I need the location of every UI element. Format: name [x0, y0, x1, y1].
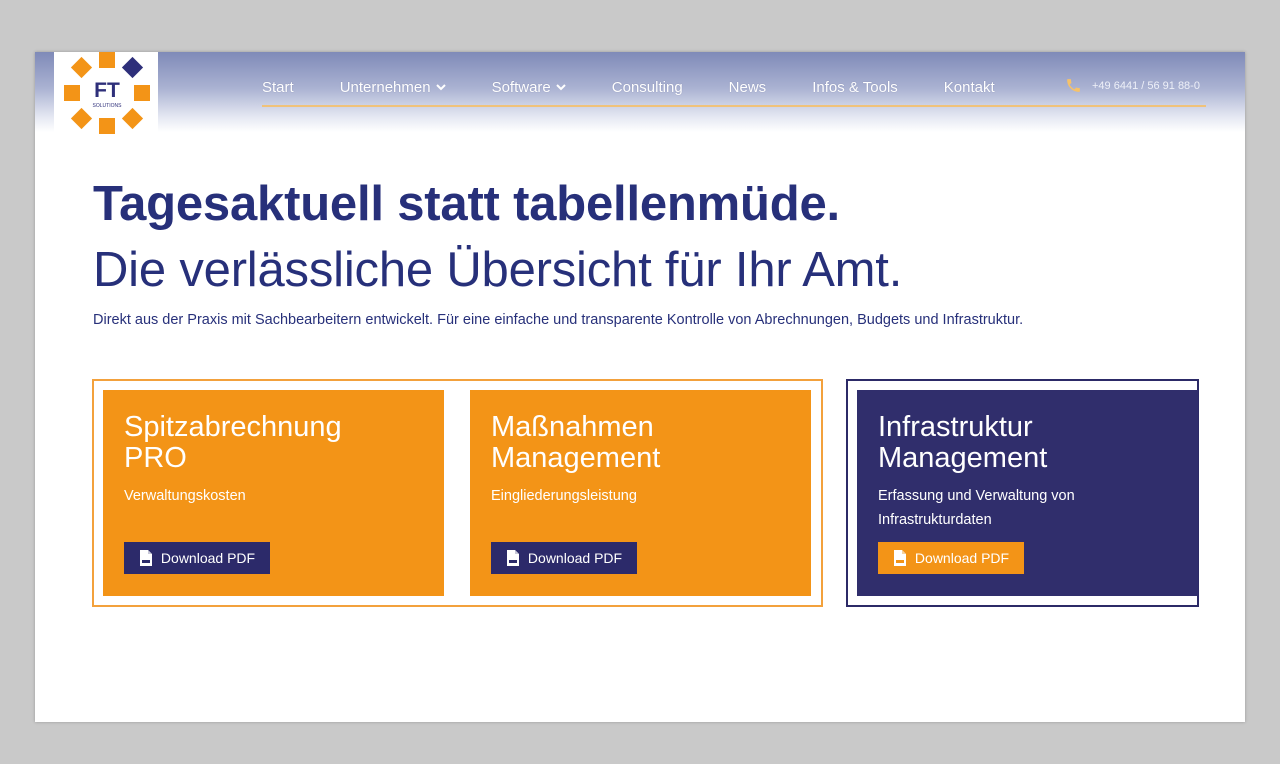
main-navigation: Start Unternehmen Software Consulting Ne… — [262, 76, 1041, 98]
nav-item-start[interactable]: Start — [262, 79, 294, 96]
card-subtitle: Verwaltungskosten — [124, 488, 246, 504]
card-title: Maßnahmen Management — [491, 412, 791, 474]
card-title: Infrastruktur Management — [878, 412, 1178, 474]
product-card-massnahmen: Maßnahmen Management Eingliederungsleist… — [470, 390, 811, 596]
card-title: Spitzabrechnung PRO — [124, 412, 424, 474]
nav-item-label: Infos & Tools — [812, 78, 898, 96]
card-title-line2: PRO — [124, 442, 187, 474]
nav-item-label: Unternehmen — [339, 78, 431, 96]
nav-item-label: Consulting — [611, 78, 683, 96]
card-subtitle: Erfassung und Verwaltung von Infrastrukt… — [878, 488, 1075, 528]
download-pdf-label: Download PDF — [160, 550, 256, 566]
phone-link[interactable]: +49 6441 / 56 91 88-0 — [1065, 77, 1200, 94]
navy-products-group: Infrastruktur Management Erfassung und V… — [846, 379, 1199, 607]
nav-item-label: News — [728, 78, 767, 96]
nav-item-software[interactable]: Software — [492, 79, 566, 96]
nav-divider — [262, 105, 1206, 107]
nav-item-unternehmen[interactable]: Unternehmen — [340, 79, 446, 96]
nav-item-label: Kontakt — [943, 78, 995, 96]
orange-products-group: Spitzabrechnung PRO Verwaltungskosten Do… — [92, 379, 823, 607]
chevron-down-icon — [556, 84, 566, 91]
nav-item-label: Start — [262, 78, 294, 96]
pdf-file-icon — [506, 550, 519, 566]
card-title-line1: Spitzabrechnung — [124, 411, 342, 443]
site-header: FT SOLUTIONS Start Unternehmen Software … — [35, 52, 1245, 134]
chevron-down-icon — [435, 84, 446, 91]
download-pdf-button[interactable]: Download PDF — [878, 542, 1024, 574]
ft-solutions-logo[interactable]: FT SOLUTIONS — [54, 52, 158, 134]
product-card-spitzabrechnung: Spitzabrechnung PRO Verwaltungskosten Do… — [103, 390, 444, 596]
download-pdf-label: Download PDF — [914, 550, 1010, 566]
hero-intro-text: Direkt aus der Praxis mit Sachbearbeiter… — [93, 312, 1024, 328]
card-title-line2: Management — [491, 442, 661, 474]
phone-icon — [1067, 79, 1080, 92]
hero-headline-bold: Tagesaktuell statt tabellenmüde. — [93, 177, 840, 231]
phone-number: +49 6441 / 56 91 88-0 — [1092, 79, 1200, 92]
pdf-file-icon — [139, 550, 152, 566]
nav-item-consulting[interactable]: Consulting — [612, 79, 683, 96]
download-pdf-label: Download PDF — [527, 550, 623, 566]
card-title-line1: Maßnahmen — [491, 411, 654, 443]
hero-headline-regular: Die verlässliche Übersicht für Ihr Amt. — [93, 243, 903, 297]
card-subtitle: Eingliederungsleistung — [491, 488, 637, 504]
browser-page: FT SOLUTIONS Start Unternehmen Software … — [35, 52, 1245, 722]
nav-item-news[interactable]: News — [729, 79, 767, 96]
nav-item-kontakt[interactable]: Kontakt — [944, 79, 995, 96]
download-pdf-button[interactable]: Download PDF — [491, 542, 637, 574]
logo-text: FT — [94, 79, 120, 102]
product-card-infrastruktur: Infrastruktur Management Erfassung und V… — [857, 390, 1198, 596]
logo-subtext: SOLUTIONS — [93, 103, 123, 109]
nav-item-infos-tools[interactable]: Infos & Tools — [812, 79, 898, 96]
pdf-file-icon — [893, 550, 906, 566]
card-title-line1: Infrastruktur — [878, 411, 1033, 443]
download-pdf-button[interactable]: Download PDF — [124, 542, 270, 574]
logo-mark-icon: FT SOLUTIONS — [64, 52, 150, 134]
nav-item-label: Software — [491, 78, 551, 96]
card-title-line2: Management — [878, 442, 1048, 474]
